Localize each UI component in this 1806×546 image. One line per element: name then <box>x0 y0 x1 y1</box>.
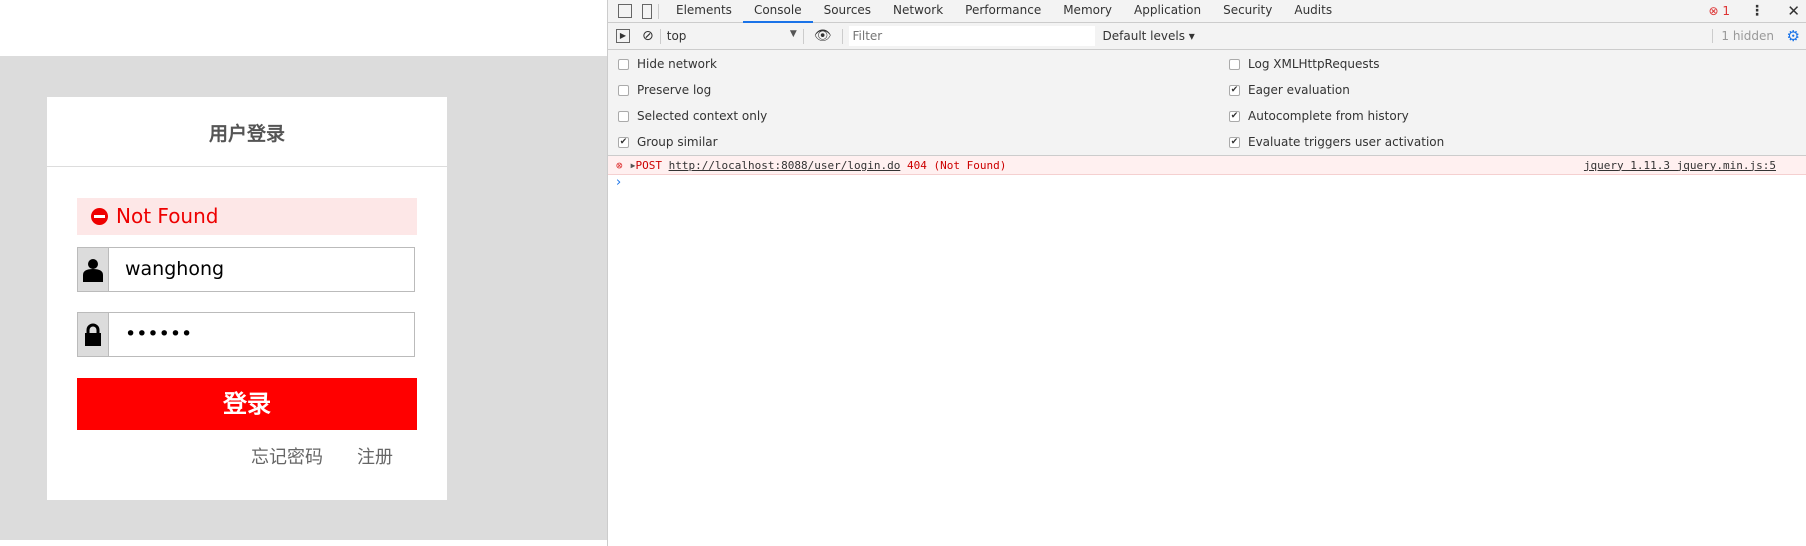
error-icon <box>91 208 108 225</box>
setting-label: Selected context only <box>637 109 768 123</box>
hidden-count: 1 hidden <box>1712 29 1774 43</box>
divider <box>802 28 804 44</box>
console-toolbar: ▶ ⊘ top ▼ 👁 Default levels ▾ 1 hidden ⚙ <box>608 23 1806 50</box>
setting-option[interactable]: Preserve log <box>618 83 711 97</box>
dropdown-arrow-icon: ▼ <box>789 29 797 39</box>
console-settings: Hide network Preserve log Selected context… <box>608 50 1806 156</box>
checkbox[interactable] <box>618 58 629 70</box>
filter-input[interactable] <box>848 26 1095 46</box>
checkbox[interactable] <box>618 110 629 122</box>
eye-icon[interactable]: 👁 <box>814 28 832 44</box>
context-value: top <box>666 29 687 43</box>
setting-label: Hide network <box>637 57 717 71</box>
register-link[interactable]: 注册 <box>357 443 393 469</box>
setting-label: Evaluate triggers user activation <box>1248 135 1445 149</box>
login-title: 用户登录 <box>47 97 447 167</box>
checkbox[interactable]: ✔ <box>618 136 629 148</box>
devtools-tabbar: Elements Console Sources Network Performance… <box>608 0 1806 23</box>
tab-security[interactable]: Security <box>1212 0 1283 23</box>
web-page: 用户登录 Not Found wanghong •••••• 登录 忘记密码 注… <box>0 0 607 546</box>
setting-option[interactable]: ✔ Group similar <box>618 135 718 149</box>
login-button[interactable]: 登录 <box>77 378 417 430</box>
divider <box>659 28 661 44</box>
console-prompt[interactable]: › <box>608 175 1806 190</box>
checkbox[interactable]: ✔ <box>1229 136 1240 148</box>
setting-option[interactable]: ✔ Evaluate triggers user activation <box>1229 135 1444 149</box>
console-error-row: ⊗ ▶ POST http://localhost:8088/user/logi… <box>608 156 1806 175</box>
setting-label: Preserve log <box>637 83 712 97</box>
error-url-link[interactable]: http://localhost:8088/user/login.do <box>669 159 901 172</box>
error-alert: Not Found <box>77 198 417 235</box>
checkbox[interactable]: ✔ <box>1229 110 1240 122</box>
user-icon <box>78 248 109 291</box>
password-field[interactable]: •••••• <box>77 312 415 357</box>
device-toolbar-icon[interactable] <box>642 3 652 19</box>
login-card: 用户登录 Not Found wanghong •••••• 登录 忘记密码 注… <box>47 97 447 500</box>
setting-option[interactable]: ✔ Eager evaluation <box>1229 83 1350 97</box>
alert-text: Not Found <box>116 204 219 228</box>
error-count-value: 1 <box>1722 4 1730 18</box>
error-method: POST <box>635 158 662 172</box>
username-input[interactable]: wanghong <box>109 248 414 291</box>
checkbox[interactable]: ✔ <box>1229 84 1240 96</box>
error-status: 404 (Not Found) <box>907 158 1007 172</box>
error-source-link[interactable]: jquery 1.11.3 jquery.min.js:5 <box>1584 159 1776 172</box>
divider <box>658 3 659 19</box>
tab-elements[interactable]: Elements <box>665 0 743 23</box>
setting-label: Eager evaluation <box>1248 83 1350 97</box>
tab-network[interactable]: Network <box>882 0 954 23</box>
error-icon: ⊗ <box>616 158 623 172</box>
checkbox[interactable] <box>1229 58 1240 70</box>
setting-option[interactable]: Hide network <box>618 57 717 71</box>
tab-memory[interactable]: Memory <box>1052 0 1123 23</box>
log-levels-dropdown[interactable]: Default levels ▾ <box>1103 29 1195 43</box>
tab-audits[interactable]: Audits <box>1283 0 1343 23</box>
forgot-password-link[interactable]: 忘记密码 <box>251 443 323 469</box>
setting-option[interactable]: Selected context only <box>618 109 767 123</box>
tab-sources[interactable]: Sources <box>813 0 882 23</box>
tab-application[interactable]: Application <box>1123 0 1212 23</box>
setting-option[interactable]: Log XMLHttpRequests <box>1229 57 1380 71</box>
error-count[interactable]: ⊗ 1 <box>1708 4 1730 18</box>
tab-performance[interactable]: Performance <box>954 0 1052 23</box>
divider <box>841 28 843 44</box>
setting-label: Group similar <box>637 135 718 149</box>
context-select[interactable]: top ▼ <box>667 29 797 43</box>
username-field[interactable]: wanghong <box>77 247 415 292</box>
setting-label: Autocomplete from history <box>1248 109 1409 123</box>
more-menu-icon[interactable]: ⋮ <box>1750 3 1764 19</box>
inspect-element-icon[interactable] <box>618 4 632 18</box>
password-input[interactable]: •••••• <box>109 313 414 356</box>
setting-label: Log XMLHttpRequests <box>1248 57 1380 71</box>
devtools-panel: Elements Console Sources Network Performance… <box>607 0 1806 546</box>
tab-console[interactable]: Console <box>742 0 813 23</box>
checkbox[interactable] <box>618 84 629 96</box>
close-icon[interactable]: ✕ <box>1787 2 1800 20</box>
setting-option[interactable]: ✔ Autocomplete from history <box>1229 109 1409 123</box>
sidebar-toggle-icon[interactable]: ▶ <box>616 29 630 43</box>
lock-icon <box>78 313 109 356</box>
settings-gear-icon[interactable]: ⚙ <box>1787 27 1800 45</box>
clear-console-icon[interactable]: ⊘ <box>642 28 654 44</box>
